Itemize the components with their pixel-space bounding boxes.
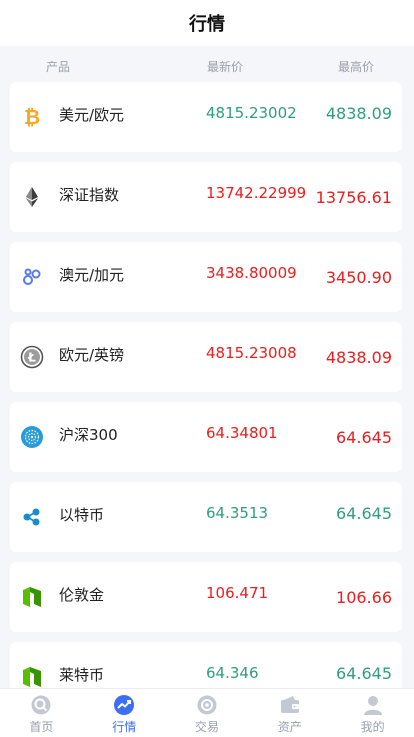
market-row[interactable]: ₿ 美元/欧元 4815.23002 4838.09 [10, 82, 402, 152]
high-price: 106.66 [336, 588, 392, 607]
market-icon [113, 694, 135, 716]
latest-price: 4815.23008 [206, 344, 297, 362]
tab-label: 资产 [277, 720, 302, 734]
wallet-icon [279, 694, 301, 716]
market-row[interactable]: 澳元/加元 3438.80009 3450.90 [10, 242, 402, 312]
cardano-icon [20, 425, 44, 449]
market-row[interactable]: Ł 欧元/英镑 4815.23008 4838.09 [10, 322, 402, 392]
high-price: 13756.61 [315, 188, 392, 207]
tab-assets[interactable]: 资产 [248, 689, 331, 737]
product-name: 以特币 [59, 506, 105, 524]
high-price: 4838.09 [325, 348, 392, 367]
product-name: 欧元/英镑 [59, 346, 125, 364]
column-latest-price: 最新价 [207, 60, 244, 74]
high-price: 64.645 [336, 428, 392, 447]
product-name: 美元/欧元 [59, 106, 125, 124]
tab-home[interactable]: 首页 [0, 689, 83, 737]
trade-icon [196, 694, 218, 716]
neo-icon [20, 585, 44, 609]
bitcoin-icon: ₿ [20, 105, 44, 129]
product-name: 沪深300 [59, 426, 118, 444]
ethereum-icon [20, 185, 44, 209]
market-row[interactable]: 沪深300 64.34801 64.645 [10, 402, 402, 472]
product-name: 莱特币 [59, 666, 105, 684]
latest-price: 106.471 [206, 584, 269, 602]
neo-icon [20, 665, 44, 689]
ripple-icon [20, 505, 44, 529]
column-high-price: 最高价 [338, 60, 375, 74]
latest-price: 64.346 [206, 664, 259, 682]
latest-price: 64.34801 [206, 424, 278, 442]
user-icon [362, 694, 384, 716]
tab-label: 交易 [194, 720, 219, 734]
high-price: 64.645 [336, 504, 392, 523]
page-title: 行情 [189, 14, 225, 35]
tab-me[interactable]: 我的 [331, 689, 414, 737]
tab-trade[interactable]: 交易 [166, 689, 249, 737]
high-price: 3450.90 [325, 268, 392, 287]
svg-text:Ł: Ł [27, 351, 36, 365]
latest-price: 3438.80009 [206, 264, 297, 282]
column-header: 产品 最新价 最高价 [0, 46, 414, 82]
home-icon [30, 694, 52, 716]
high-price: 64.645 [336, 664, 392, 683]
tab-label: 行情 [112, 720, 137, 734]
bottom-tab-bar: 首页 行情 交易 资产 我的 [0, 688, 414, 737]
litecoin-icon: Ł [20, 345, 44, 369]
column-product: 产品 [46, 60, 71, 74]
latest-price: 4815.23002 [206, 104, 297, 122]
latest-price: 13742.22999 [206, 184, 307, 202]
market-row[interactable]: 深证指数 13742.22999 13756.61 [10, 162, 402, 232]
market-row[interactable]: 伦敦金 106.471 106.66 [10, 562, 402, 632]
chainlink-icon [20, 265, 44, 289]
svg-text:₿: ₿ [24, 105, 40, 129]
latest-price: 64.3513 [206, 504, 269, 522]
market-row[interactable]: 以特币 64.3513 64.645 [10, 482, 402, 552]
product-name: 深证指数 [59, 186, 120, 204]
top-bar: 行情 [0, 0, 414, 46]
tab-market[interactable]: 行情 [83, 689, 166, 737]
product-name: 伦敦金 [59, 586, 105, 604]
tab-label: 首页 [29, 720, 54, 734]
product-name: 澳元/加元 [59, 266, 125, 284]
high-price: 4838.09 [325, 104, 392, 123]
tab-label: 我的 [360, 720, 385, 734]
